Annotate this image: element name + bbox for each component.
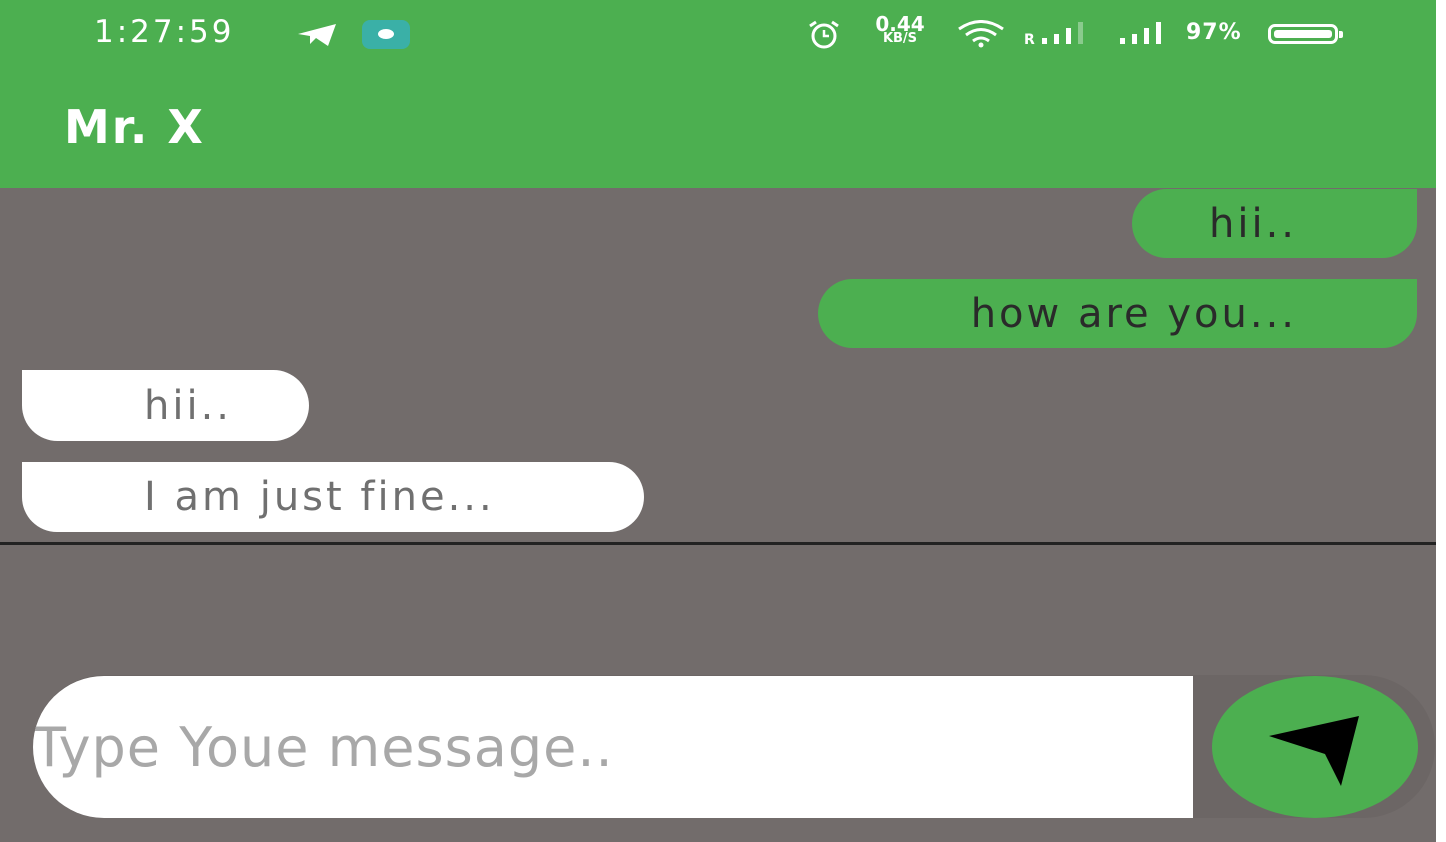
page-title: Mr. X [64,100,205,154]
status-time: 1:27:59 [94,14,235,50]
wifi-icon [955,20,1007,52]
message-received[interactable]: I am just fine... [22,462,644,532]
send-button[interactable] [1212,676,1418,818]
message-sent[interactable]: how are you... [818,279,1417,348]
roaming-label: R [1024,32,1035,48]
message-received[interactable]: hii.. [22,370,309,441]
message-text: how are you... [970,290,1297,337]
app-badge-icon [362,20,410,49]
message-text: hii.. [1208,200,1297,247]
telegram-icon [296,22,340,52]
send-icon [1269,716,1359,786]
net-speed: 0.44 KB/S [868,14,932,46]
screen-edge [1436,0,1446,842]
chat-screen: 1:27:59 0.44 KB/S R 97% Mr. X hii.. how … [0,0,1446,842]
composer-divider [0,542,1436,545]
message-sent[interactable]: hii.. [1132,189,1417,258]
signal-icon [1118,20,1178,50]
signal-icon [1040,20,1100,50]
message-text: hii.. [144,382,233,429]
message-input[interactable] [33,676,1193,818]
alarm-icon [804,20,844,54]
app-bar: 1:27:59 0.44 KB/S R 97% Mr. X [0,0,1436,188]
message-text: I am just fine... [144,474,495,520]
battery-percent: 97% [1186,20,1242,45]
battery-icon [1268,24,1343,44]
